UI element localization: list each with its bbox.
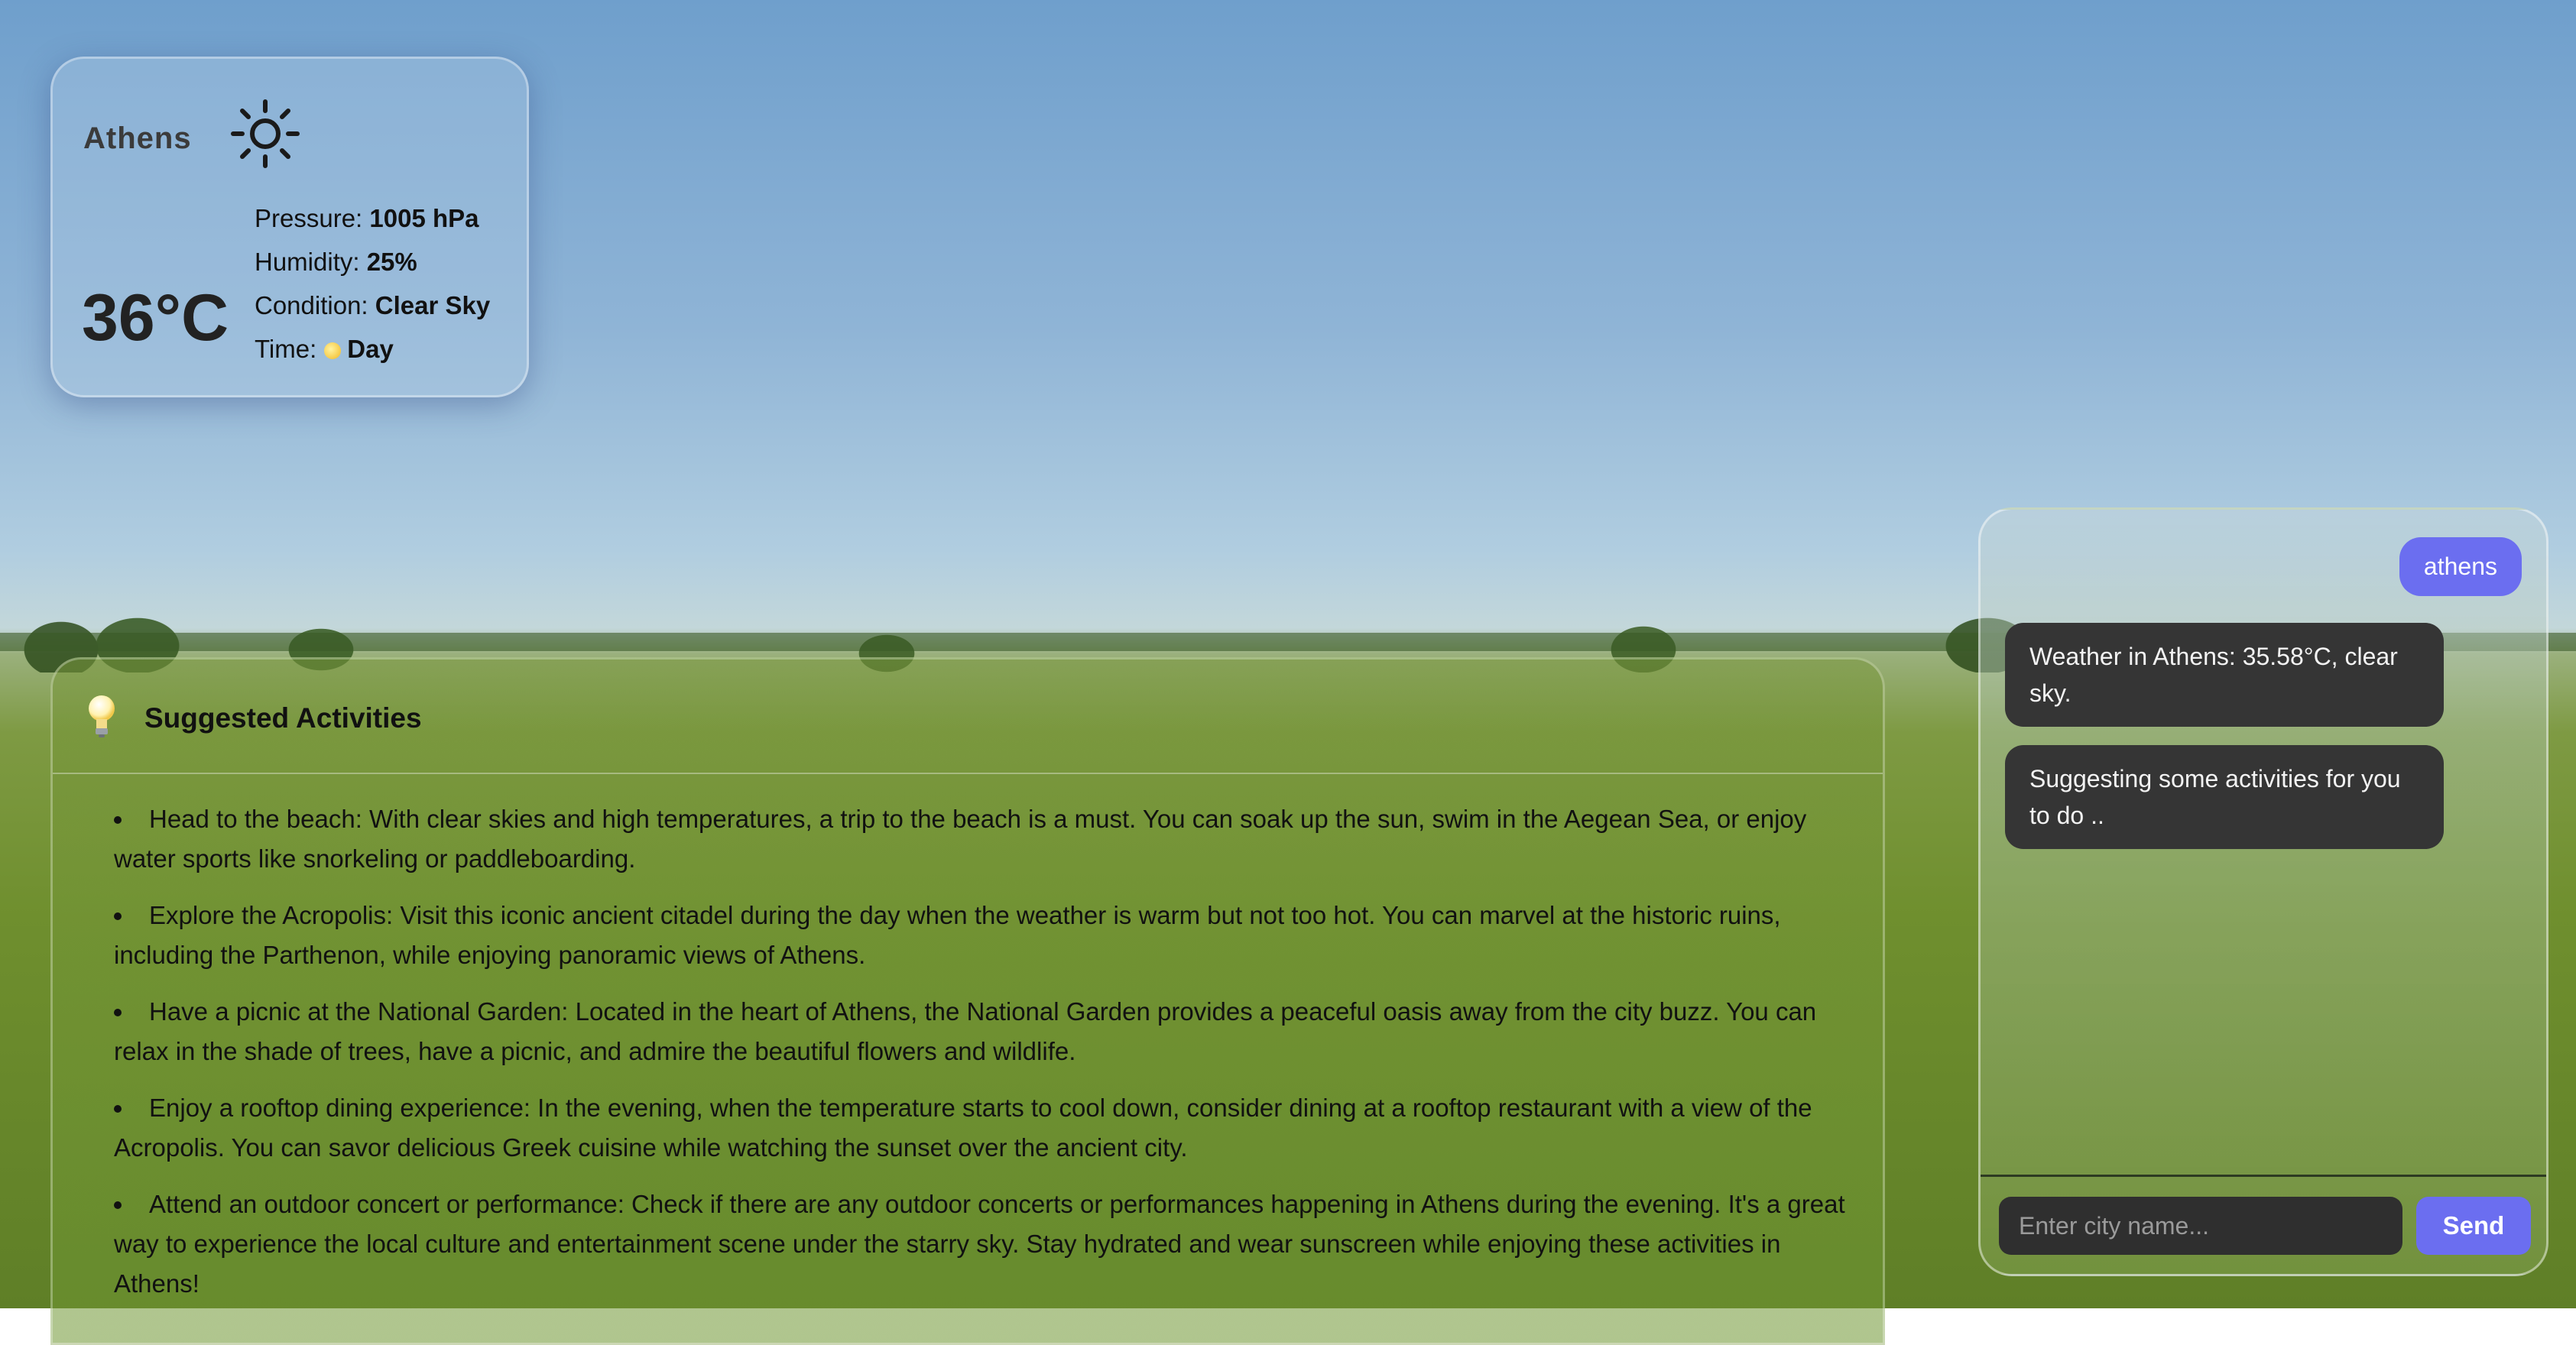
humidity-value: 25% [366, 248, 417, 276]
sun-icon [324, 342, 342, 359]
time-value: Day [347, 335, 394, 363]
city-input[interactable] [1999, 1197, 2402, 1255]
list-item: Head to the beach: With clear skies and … [114, 799, 1857, 879]
pressure-value: 1005 hPa [369, 204, 479, 232]
list-item: Have a picnic at the National Garden: Lo… [114, 992, 1857, 1071]
time-row: Time: Day [255, 327, 490, 371]
lightbulb-icon [89, 695, 115, 737]
chat-input-bar: Send [1981, 1175, 2546, 1274]
list-item: Explore the Acropolis: Visit this iconic… [114, 896, 1857, 975]
weather-details: Pressure: 1005 hPa Humidity: 25% Conditi… [255, 196, 490, 371]
temperature: 36°C [82, 281, 229, 355]
activities-list: Head to the beach: With clear skies and … [114, 799, 1857, 1321]
condition-value: Clear Sky [375, 291, 491, 319]
list-item: Enjoy a rooftop dining experience: In th… [114, 1088, 1857, 1168]
bot-message: Suggesting some activities for you to do… [2005, 745, 2444, 849]
bot-message: Weather in Athens: 35.58°C, clear sky. [2005, 623, 2444, 727]
condition-label: Condition: [255, 291, 368, 319]
activities-panel: Suggested Activities Head to the beach: … [50, 657, 1885, 1345]
send-button[interactable]: Send [2416, 1197, 2531, 1255]
humidity-row: Humidity: 25% [255, 240, 490, 284]
time-label: Time: [255, 335, 317, 363]
pressure-row: Pressure: 1005 hPa [255, 196, 490, 240]
pressure-label: Pressure: [255, 204, 363, 232]
condition-row: Condition: Clear Sky [255, 284, 490, 327]
chat-panel: athens Weather in Athens: 35.58°C, clear… [1978, 507, 2548, 1276]
activities-header: Suggested Activities [53, 660, 1883, 774]
activities-title: Suggested Activities [144, 702, 422, 734]
user-message: athens [2399, 537, 2522, 596]
list-item: Attend an outdoor concert or performance… [114, 1185, 1857, 1304]
weather-card: Athens 36°C Pressure: 1005 hPa Humidity:… [50, 57, 529, 397]
city-name: Athens [83, 122, 192, 155]
humidity-label: Humidity: [255, 248, 360, 276]
sun-outline-icon [231, 99, 300, 168]
